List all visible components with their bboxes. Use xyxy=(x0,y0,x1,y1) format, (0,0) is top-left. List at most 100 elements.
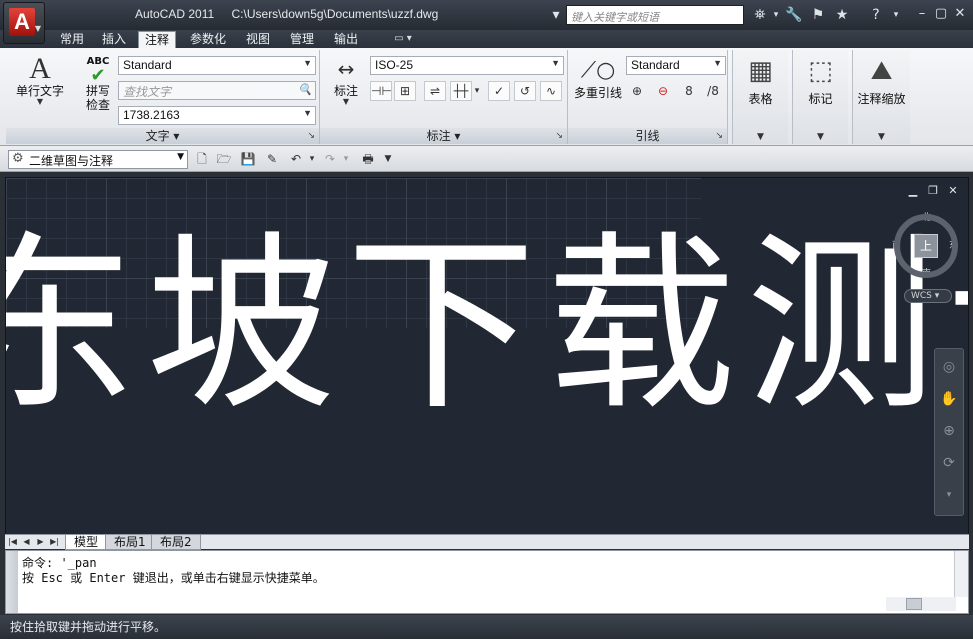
save-as-icon[interactable]: ✎ xyxy=(264,151,280,167)
first-layout-icon[interactable]: |◀ xyxy=(7,536,18,548)
subscription-center-icon[interactable]: 🔧 xyxy=(784,5,804,25)
viewport-minimize-icon[interactable]: ▁ xyxy=(906,184,920,198)
pan-hand-icon[interactable]: ✋ xyxy=(939,389,959,409)
find-replace-icon[interactable]: 🔍 xyxy=(298,83,312,96)
leader-panel-title-label: 引线 xyxy=(635,129,660,143)
multileader-style-select[interactable]: Standard ▼ xyxy=(626,56,726,75)
viewcube[interactable]: 上 xyxy=(894,214,958,278)
favorites-star-icon[interactable]: ★ xyxy=(832,5,852,25)
close-button[interactable]: ✕ xyxy=(952,6,968,22)
drawing-canvas[interactable]: 东坡下载测试 ▁ ❐ ✕ 北 南 东 西 上 WCS ▾ ◎ ✋ ⊕ ⟳ ▾ xyxy=(5,177,969,535)
chevron-down-icon: ▼ xyxy=(342,97,350,106)
table-icon: ▦ xyxy=(748,56,773,86)
spell-check-button[interactable]: ABC ✔ 拼写 检查 xyxy=(78,56,118,112)
qat-dropdown-icon[interactable]: ▾ xyxy=(546,5,566,25)
tab-insert[interactable]: 插入 xyxy=(96,31,132,48)
viewcube-top-face[interactable]: 上 xyxy=(914,234,938,258)
tab-annotate[interactable]: 注释 xyxy=(138,31,177,48)
zoom-icon[interactable]: ⊕ xyxy=(939,421,959,441)
dimension-panel: ↔ 标注 ▼ ISO-25 ▼ ⊣⊢ ⊞ ⇌ ┼┼ ▾ ✓ ↺ ∿ 标注 ▾ ↘ xyxy=(320,50,568,144)
scrollbar-thumb[interactable] xyxy=(906,598,922,610)
redo-icon[interactable]: ↷ xyxy=(322,151,338,167)
linear-dimension-icon: ↔ xyxy=(337,57,355,81)
markup-button[interactable]: ⬚ 标记 ▼ xyxy=(792,50,848,144)
open-folder-icon[interactable]: 🗁 xyxy=(216,151,232,167)
chevron-down-icon: ▼ xyxy=(303,58,312,68)
undo-icon[interactable]: ↶ xyxy=(288,151,304,167)
text-panel-title-label: 文字 xyxy=(145,129,170,143)
text-style-select[interactable]: Standard ▼ xyxy=(118,56,316,75)
redo-dropdown-icon[interactable]: ▾ xyxy=(338,151,354,167)
dialog-launcher-icon[interactable]: ↘ xyxy=(307,128,315,144)
restore-button[interactable]: ▢ xyxy=(933,6,949,22)
dim-reassociate-icon[interactable]: ↺ xyxy=(514,81,536,101)
wcs-menu[interactable]: WCS ▾ xyxy=(904,289,952,303)
new-file-icon[interactable]: 🗋 xyxy=(194,151,210,167)
multiline-text-label: 单行文字 xyxy=(15,84,64,98)
collect-leaders-icon[interactable]: /8 xyxy=(702,81,724,101)
communication-center-icon[interactable]: ⚑ xyxy=(808,5,828,25)
search-dropdown-icon[interactable]: ▾ xyxy=(766,5,786,25)
multiline-text-button[interactable]: A 单行文字 ▼ xyxy=(12,54,68,106)
command-window[interactable]: 命令: '_pan 按 Esc 或 Enter 键退出，或单击右键显示快捷菜单。 xyxy=(5,550,969,614)
dim-adjust-space-icon[interactable]: ⇌ xyxy=(424,81,446,101)
drawing-text-object[interactable]: 东坡下载测试 xyxy=(6,226,968,426)
navbar-customize-icon[interactable]: ▾ xyxy=(939,485,959,505)
tab-manage[interactable]: 管理 xyxy=(284,31,320,48)
tab-model[interactable]: 模型 xyxy=(65,535,108,550)
multileader-button[interactable]: ⟋○ 多重引线 xyxy=(570,56,626,100)
last-layout-icon[interactable]: ▶| xyxy=(49,536,60,548)
text-panel-title[interactable]: 文字 ▾ ↘ xyxy=(6,128,319,144)
dimension-style-select[interactable]: ISO-25 ▼ xyxy=(370,56,564,75)
infocenter-search-input[interactable]: 键入关键字或短语 xyxy=(566,5,744,25)
tab-home[interactable]: 常用 xyxy=(54,31,90,48)
workspace-select[interactable]: ⚙ 二维草图与注释 ▼ xyxy=(8,150,188,169)
plot-icon[interactable]: 🖶 xyxy=(360,151,376,167)
annotation-scaling-icon: ⛰ xyxy=(870,56,893,86)
command-window-grip[interactable] xyxy=(6,551,18,613)
add-leader-icon[interactable]: ⊕ xyxy=(626,81,648,101)
steering-wheel-icon[interactable]: ◎ xyxy=(939,357,959,377)
align-leaders-icon[interactable]: 8 xyxy=(678,81,700,101)
viewport-close-icon[interactable]: ✕ xyxy=(946,184,960,198)
multileader-label: 多重引线 xyxy=(573,86,622,100)
previous-layout-icon[interactable]: ◀ xyxy=(21,536,32,548)
tab-view[interactable]: 视图 xyxy=(240,31,276,48)
remove-leader-icon[interactable]: ⊖ xyxy=(652,81,674,101)
table-label: 表格 xyxy=(748,92,773,106)
application-menu-button[interactable]: A ▼ xyxy=(3,2,45,44)
dialog-launcher-icon[interactable]: ↘ xyxy=(555,128,563,144)
viewport-restore-icon[interactable]: ❐ xyxy=(926,184,940,198)
find-text-input[interactable]: 查找文字 🔍 xyxy=(118,81,316,100)
dim-inspect-icon[interactable]: ┼┼ xyxy=(450,81,472,101)
annotation-scaling-button[interactable]: ⛰ 注释缩放 ▼ xyxy=(852,50,910,144)
tab-layout2[interactable]: 布局2 xyxy=(151,535,201,550)
help-dropdown-icon[interactable]: ▾ xyxy=(886,5,906,25)
dim-jogged-icon[interactable]: ∿ xyxy=(540,81,562,101)
minimize-button[interactable]: – xyxy=(914,6,930,22)
help-icon[interactable]: ? xyxy=(866,5,886,25)
tab-layout1[interactable]: 布局1 xyxy=(105,535,155,550)
spell-check-label-1: 拼写 xyxy=(85,84,110,98)
dimension-panel-title[interactable]: 标注 ▾ ↘ xyxy=(320,128,567,144)
table-button[interactable]: ▦ 表格 ▼ xyxy=(732,50,788,144)
text-height-select[interactable]: 1738.2163 ▼ xyxy=(118,106,316,125)
orbit-icon[interactable]: ⟳ xyxy=(939,453,959,473)
qat-customize-icon[interactable]: ▼ xyxy=(380,151,396,167)
undo-dropdown-icon[interactable]: ▾ xyxy=(304,151,320,167)
chevron-down-icon[interactable]: ▾ xyxy=(472,81,482,101)
leader-panel-title[interactable]: 引线 ↘ xyxy=(568,128,727,144)
command-vertical-scrollbar[interactable] xyxy=(954,551,968,597)
command-horizontal-scrollbar[interactable] xyxy=(886,597,956,611)
dimension-button[interactable]: ↔ 标注 ▼ xyxy=(326,54,366,106)
dimension-label: 标注 xyxy=(333,84,358,98)
save-icon[interactable]: 💾 xyxy=(240,151,256,167)
tab-parametric[interactable]: 参数化 xyxy=(184,31,232,48)
dim-continue-icon[interactable]: ⊣⊢ xyxy=(370,81,392,101)
dim-update-icon[interactable]: ✓ xyxy=(488,81,510,101)
ribbon-minimize-icon[interactable]: ▭ ▾ xyxy=(390,33,416,45)
next-layout-icon[interactable]: ▶ xyxy=(35,536,46,548)
dim-break-icon[interactable]: ⊞ xyxy=(394,81,416,101)
tab-output[interactable]: 输出 xyxy=(328,31,364,48)
dialog-launcher-icon[interactable]: ↘ xyxy=(715,128,723,144)
